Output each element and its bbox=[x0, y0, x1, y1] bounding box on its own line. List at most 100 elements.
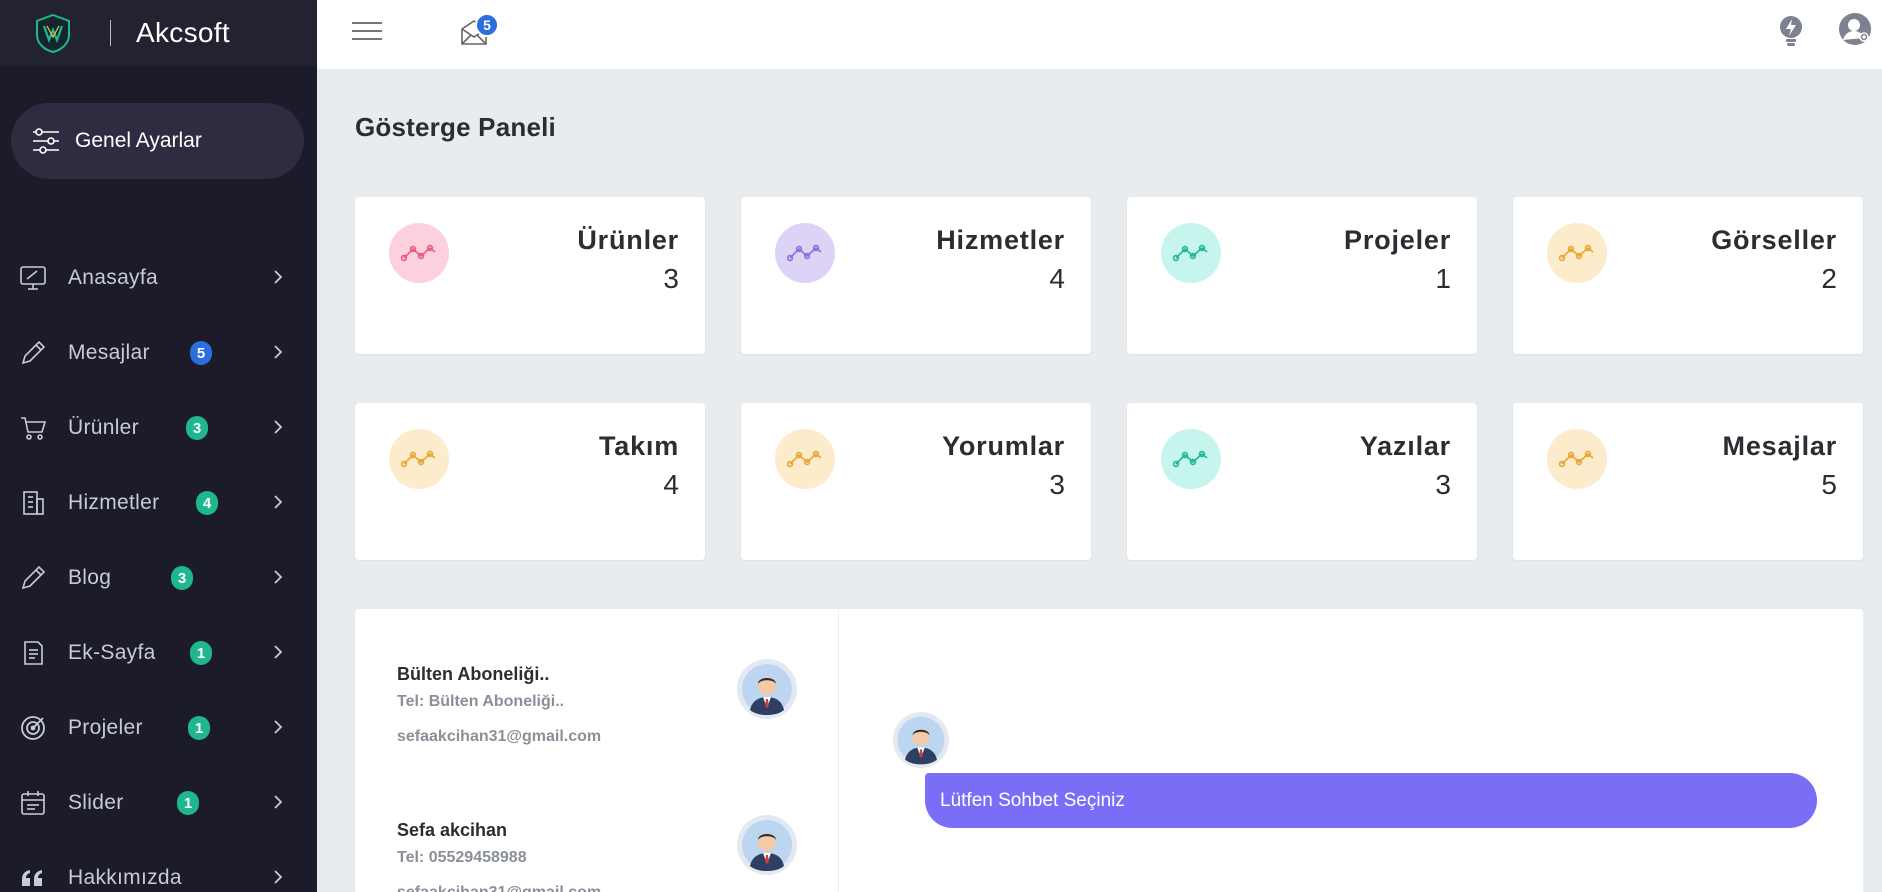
chevron-right-icon bbox=[274, 870, 283, 884]
stat-card[interactable]: Projeler 1 bbox=[1127, 197, 1477, 354]
line-chart-icon bbox=[787, 244, 822, 262]
stat-icon-circle bbox=[1161, 429, 1221, 489]
sidebar-item-label: Blog bbox=[68, 565, 112, 589]
sidebar-item-urunler[interactable]: Ürünler 3 bbox=[0, 390, 317, 465]
chevron-right-icon bbox=[274, 720, 283, 734]
chat-contact-item[interactable]: Sefa akcihan Tel: 05529458988 sefaakciha… bbox=[397, 815, 797, 892]
lightbulb-icon[interactable] bbox=[1776, 14, 1806, 48]
document-icon bbox=[18, 638, 48, 668]
stat-card[interactable]: Hizmetler 4 bbox=[741, 197, 1091, 354]
count-badge: 1 bbox=[177, 791, 199, 815]
brand-logo-icon[interactable] bbox=[34, 13, 72, 53]
sidebar-item-hakkimizda[interactable]: Hakkımızda bbox=[0, 840, 317, 892]
user-account-icon[interactable] bbox=[1838, 12, 1872, 46]
sidebar-item-slider[interactable]: Slider 1 bbox=[0, 765, 317, 840]
avatar bbox=[737, 659, 797, 719]
sidebar-nav: Anasayfa Mesajlar 5 Ürünler 3 Hizmetler … bbox=[0, 240, 317, 892]
chevron-right-icon bbox=[274, 270, 283, 284]
stat-icon-circle bbox=[389, 223, 449, 283]
stat-value: 1 bbox=[1435, 263, 1451, 294]
stat-value: 4 bbox=[663, 469, 679, 500]
general-settings-button[interactable]: Genel Ayarlar bbox=[11, 103, 304, 179]
chat-panel: Bülten Aboneliği.. Tel: Bülten Aboneliği… bbox=[355, 609, 1863, 892]
brand-divider bbox=[110, 20, 111, 46]
contact-email: sefaakcihan31@gmail.com bbox=[397, 728, 602, 745]
contact-phone: Tel: Bülten Aboneliği.. bbox=[397, 693, 565, 710]
count-badge: 3 bbox=[171, 566, 193, 590]
hamburger-menu-icon[interactable] bbox=[351, 21, 383, 41]
calendar-icon bbox=[18, 788, 48, 818]
chat-contact-list: Bülten Aboneliği.. Tel: Bülten Aboneliği… bbox=[355, 609, 839, 892]
sidebar-item-mesajlar[interactable]: Mesajlar 5 bbox=[0, 315, 317, 390]
stat-icon-circle bbox=[1161, 223, 1221, 283]
stat-card[interactable]: Yorumlar 3 bbox=[741, 403, 1091, 560]
pencil-icon bbox=[18, 338, 48, 368]
stat-title: Takım bbox=[598, 431, 679, 461]
contact-phone: Tel: 05529458988 bbox=[397, 849, 527, 866]
line-chart-icon bbox=[1559, 450, 1594, 468]
sidebar-item-ek-sayfa[interactable]: Ek-Sayfa 1 bbox=[0, 615, 317, 690]
pencil-icon bbox=[18, 563, 48, 593]
sidebar-item-anasayfa[interactable]: Anasayfa bbox=[0, 240, 317, 315]
stat-card[interactable]: Yazılar 3 bbox=[1127, 403, 1477, 560]
stat-icon-circle bbox=[775, 223, 835, 283]
count-badge: 1 bbox=[188, 716, 210, 740]
brand-name[interactable]: Akcsoft bbox=[136, 17, 230, 49]
sidebar-item-label: Projeler bbox=[68, 715, 143, 739]
stat-icon-circle bbox=[1547, 223, 1607, 283]
sliders-icon bbox=[33, 128, 59, 154]
quote-icon bbox=[18, 863, 48, 892]
sidebar-item-hizmetler[interactable]: Hizmetler 4 bbox=[0, 465, 317, 540]
monitor-icon bbox=[18, 263, 48, 293]
contact-email: sefaakcihan31@gmail.com bbox=[397, 884, 601, 892]
stat-card[interactable]: Ürünler 3 bbox=[355, 197, 705, 354]
sidebar-item-blog[interactable]: Blog 3 bbox=[0, 540, 317, 615]
chevron-right-icon bbox=[274, 420, 283, 434]
sidebar-item-label: Mesajlar bbox=[68, 340, 150, 364]
avatar bbox=[892, 711, 950, 769]
line-chart-icon bbox=[1559, 244, 1594, 262]
sidebar-item-label: Hizmetler bbox=[68, 490, 160, 514]
sidebar-item-label: Ürünler bbox=[68, 415, 139, 439]
chat-conversation-area: Lütfen Sohbet Seçiniz bbox=[839, 609, 1863, 892]
stat-title: Hizmetler bbox=[936, 225, 1065, 255]
stat-card[interactable]: Mesajlar 5 bbox=[1513, 403, 1863, 560]
stat-card[interactable]: Görseller 2 bbox=[1513, 197, 1863, 354]
sidebar-item-label: Anasayfa bbox=[68, 265, 158, 289]
line-chart-icon bbox=[787, 450, 822, 468]
line-chart-icon bbox=[401, 244, 436, 262]
avatar bbox=[737, 815, 797, 875]
contact-name: Bülten Aboneliği.. bbox=[397, 664, 550, 684]
stat-value: 4 bbox=[1049, 263, 1065, 294]
sidebar-item-label: Ek-Sayfa bbox=[68, 640, 156, 664]
chevron-right-icon bbox=[274, 795, 283, 809]
building-icon bbox=[18, 488, 48, 518]
stat-value: 2 bbox=[1821, 263, 1837, 294]
sidebar-item-label: Hakkımızda bbox=[68, 865, 182, 889]
count-badge: 4 bbox=[196, 491, 218, 515]
stat-value: 3 bbox=[1049, 469, 1065, 500]
sidebar-item-projeler[interactable]: Projeler 1 bbox=[0, 690, 317, 765]
count-badge: 3 bbox=[186, 416, 208, 440]
stat-title: Yorumlar bbox=[942, 431, 1065, 461]
chat-contact-item[interactable]: Bülten Aboneliği.. Tel: Bülten Aboneliği… bbox=[397, 659, 797, 774]
mail-notifications-button[interactable]: 5 bbox=[459, 13, 499, 47]
sidebar: Akcsoft Genel Ayarlar Anasayfa Mesajlar … bbox=[0, 0, 317, 892]
stat-icon-circle bbox=[1547, 429, 1607, 489]
stat-title: Mesajlar bbox=[1722, 431, 1837, 461]
brand-header: Akcsoft bbox=[0, 0, 317, 66]
stat-icon-circle bbox=[775, 429, 835, 489]
sidebar-item-label: Slider bbox=[68, 790, 124, 814]
line-chart-icon bbox=[401, 450, 436, 468]
chevron-right-icon bbox=[274, 495, 283, 509]
stat-value: 3 bbox=[663, 263, 679, 294]
chevron-right-icon bbox=[274, 345, 283, 359]
count-badge: 1 bbox=[190, 641, 212, 665]
stat-title: Yazılar bbox=[1359, 431, 1451, 461]
topbar: 5 bbox=[317, 0, 1882, 69]
chat-message-bubble: Lütfen Sohbet Seçiniz bbox=[925, 773, 1817, 828]
stat-card[interactable]: Takım 4 bbox=[355, 403, 705, 560]
line-chart-icon bbox=[1173, 450, 1208, 468]
chevron-right-icon bbox=[274, 645, 283, 659]
stat-title: Projeler bbox=[1344, 225, 1451, 255]
